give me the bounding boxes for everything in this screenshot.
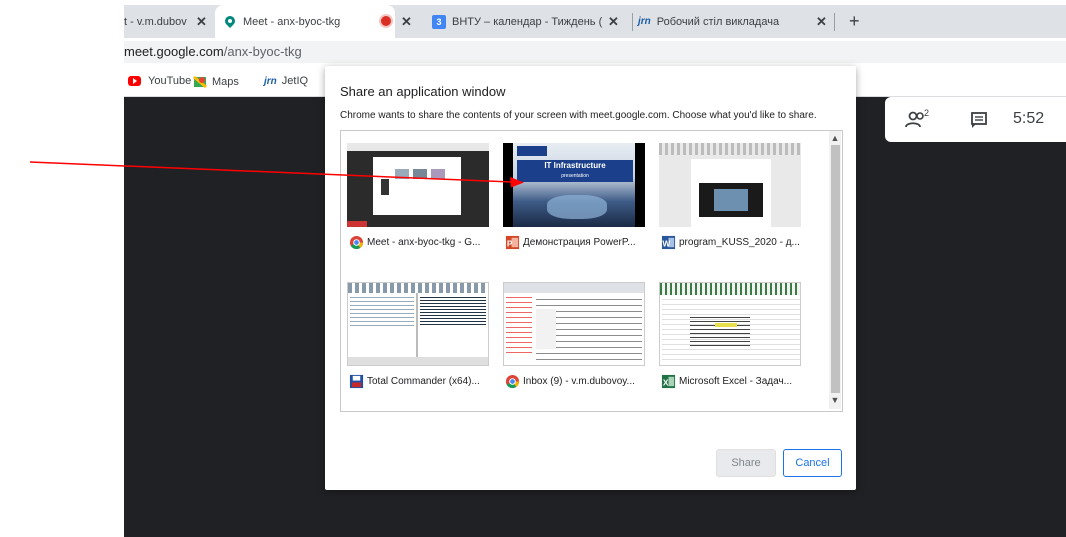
svg-text:W: W [662, 238, 670, 248]
svg-text:X: X [663, 377, 669, 387]
window-title: Meet - anx-byoc-tkg - G... [367, 237, 481, 248]
window-label: W program_KUSS_2020 - д... [661, 235, 800, 250]
scroll-up-icon[interactable]: ▲ [829, 133, 841, 143]
close-icon[interactable]: ✕ [401, 14, 412, 30]
close-icon[interactable]: ✕ [196, 14, 207, 30]
jetiq-icon: jrn [264, 75, 277, 87]
window-label: X Microsoft Excel - Задач... [661, 374, 792, 389]
window-title: Total Commander (x64)... [367, 376, 480, 387]
share-button[interactable]: Share [716, 449, 776, 477]
window-label: Total Commander (x64)... [349, 374, 480, 389]
participant-count: 2 [924, 108, 930, 118]
calendar-icon: 3 [432, 14, 446, 29]
maps-icon [193, 75, 207, 89]
bookmark-label: Maps [212, 76, 239, 88]
window-preview [503, 282, 645, 366]
window-label: Meet - anx-byoc-tkg - G... [349, 235, 480, 250]
scrollbar-thumb[interactable] [831, 145, 840, 393]
tab-title: Робочий стіл викладача [656, 15, 780, 28]
window-option-powerpoint[interactable]: IT Infrastructure presentation P Демонст… [497, 131, 645, 257]
tab-title: t - v.m.dubov [124, 15, 187, 28]
slide-title: IT Infrastructure [544, 161, 606, 170]
tab-divider [834, 13, 835, 31]
dialog-title: Share an application window [340, 84, 506, 99]
slide-subtitle: presentation [561, 173, 589, 179]
window-option-excel[interactable]: X Microsoft Excel - Задач... [653, 270, 801, 396]
bookmark-youtube[interactable]: YouTube [128, 75, 191, 87]
window-label: P Демонстрация PowerP... [505, 235, 636, 250]
window-label: Inbox (9) - v.m.dubovoy... [505, 374, 635, 389]
window-title: Inbox (9) - v.m.dubovoy... [523, 376, 635, 387]
window-option-inbox[interactable]: Inbox (9) - v.m.dubovoy... [497, 270, 645, 396]
window-option-word[interactable]: W program_KUSS_2020 - д... [653, 131, 801, 257]
bookmark-label: YouTube [148, 75, 192, 87]
window-option-meet[interactable]: Meet - anx-byoc-tkg - G... [341, 131, 489, 257]
window-preview [659, 143, 801, 227]
tab-meet[interactable]: Meet - anx-byoc-tkg [215, 5, 395, 38]
jetiq-icon: jrn [638, 16, 651, 27]
bookmark-maps[interactable]: Maps [193, 75, 239, 89]
tab-gmail[interactable]: t - v.m.dubov ✕ [124, 5, 214, 38]
tab-calendar[interactable]: 3 ВНТУ – календар - Тиждень (27 ✕ [428, 5, 633, 38]
tab-title: ВНТУ – календар - Тиждень (27 [452, 15, 602, 28]
new-tab-button[interactable]: + [849, 11, 860, 32]
scroll-down-icon[interactable]: ▼ [829, 395, 841, 405]
window-title: Microsoft Excel - Задач... [679, 376, 793, 387]
meeting-clock: 5:52 [1013, 110, 1045, 127]
powerpoint-icon: P [505, 235, 520, 250]
chrome-icon [349, 235, 364, 250]
excel-icon: X [661, 374, 676, 389]
cancel-button[interactable]: Cancel [783, 449, 842, 477]
bookmark-label: JetIQ [281, 75, 309, 87]
chrome-icon [505, 374, 520, 389]
window-preview [659, 282, 801, 366]
close-icon[interactable]: ✕ [608, 14, 619, 30]
window-preview [347, 143, 489, 227]
tab-divider [632, 13, 633, 31]
tab-title: Meet - anx-byoc-tkg [243, 15, 341, 28]
bookmark-jetiq[interactable]: jrn JetIQ [264, 75, 308, 87]
url-text[interactable]: meet.google.com/anx-byoc-tkg [124, 44, 302, 59]
window-option-total-commander[interactable]: Total Commander (x64)... [341, 270, 489, 396]
window-title: Демонстрация PowerP... [523, 237, 636, 248]
chat-icon[interactable] [970, 111, 988, 129]
recording-icon [381, 16, 391, 26]
dialog-description: Chrome wants to share the contents of yo… [340, 110, 817, 121]
total-commander-icon [349, 374, 364, 389]
window-preview [347, 282, 489, 366]
svg-text:P: P [507, 238, 513, 248]
window-title: program_KUSS_2020 - д... [679, 237, 800, 248]
youtube-icon [128, 76, 141, 86]
window-preview: IT Infrastructure presentation [503, 143, 645, 227]
tab-jetiq[interactable]: jrn Робочий стіл викладача ✕ [636, 5, 831, 38]
url-path: /anx-byoc-tkg [223, 44, 302, 59]
close-icon[interactable]: ✕ [816, 14, 827, 30]
meet-icon [223, 15, 237, 29]
word-icon: W [661, 235, 676, 250]
url-domain: meet.google.com [124, 44, 224, 59]
